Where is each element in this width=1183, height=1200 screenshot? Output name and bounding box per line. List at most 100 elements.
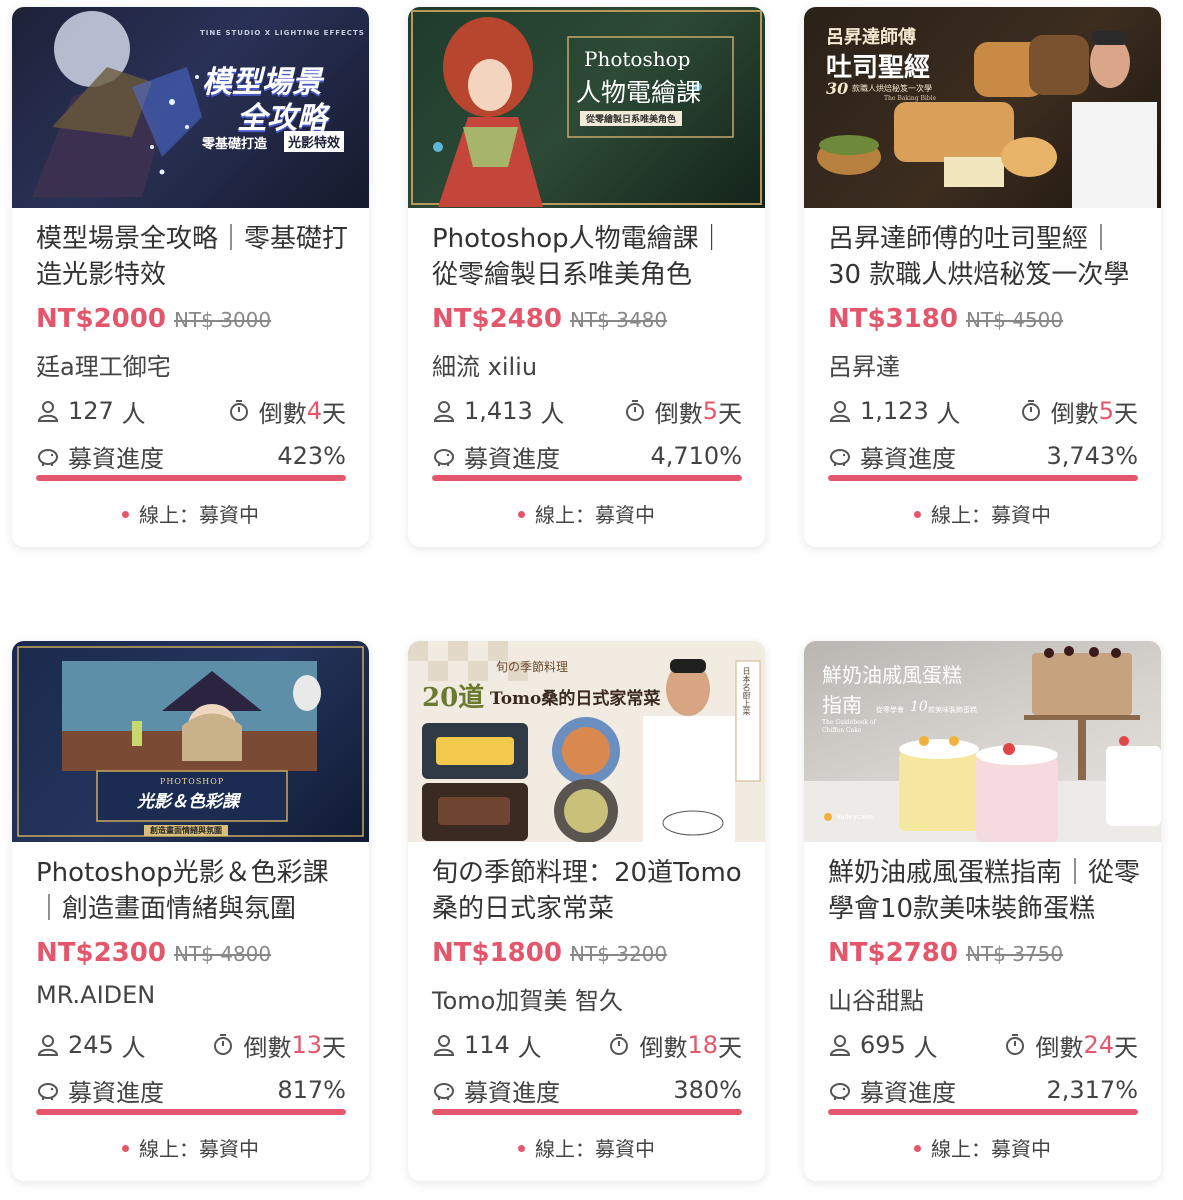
progress-bar	[432, 1109, 742, 1115]
course-cover-image[interactable]: PHOTOSHOP 光影＆色彩課 創造畫面情緒與氛圍	[12, 641, 369, 842]
cover-sub2: 從零學會	[876, 706, 904, 714]
course-card[interactable]: PHOTOSHOP 光影＆色彩課 創造畫面情緒與氛圍 Photoshop光影＆色…	[12, 641, 369, 1181]
course-card[interactable]: 鮮奶油戚風蛋糕 指南 The Guidebook of Chiffon Cake…	[804, 641, 1161, 1181]
stats-row: 127 人 倒數 4 天	[36, 394, 346, 429]
progress-fill	[36, 1109, 346, 1115]
course-title[interactable]: 鮮奶油戚風蛋糕指南｜從零學會10款美味裝飾蛋糕	[828, 855, 1146, 929]
progress-row: 募資進度 423%	[36, 440, 346, 473]
course-cover-image[interactable]: 鮮奶油戚風蛋糕 指南 The Guidebook of Chiffon Cake…	[804, 641, 1161, 842]
original-price: NT$ 3200	[569, 942, 668, 966]
status-indicator: 線上：募資中	[804, 499, 1161, 528]
course-title[interactable]: 模型場景全攻略｜零基礎打造光影特效	[36, 221, 354, 295]
sale-price: NT$2780	[828, 938, 958, 968]
status-indicator: 線上：募資中	[408, 1133, 765, 1162]
course-title[interactable]: 旬の季節料理：20道Tomo桑的日式家常菜	[432, 855, 750, 929]
author-name[interactable]: 細流 xiliu	[432, 347, 537, 382]
progress-percent: 2,317%	[1046, 1076, 1138, 1104]
backers-stat: 114 人	[432, 1028, 541, 1063]
person-icon	[433, 1035, 455, 1056]
cover-illustration	[408, 641, 765, 842]
cover-sub3: 10	[910, 699, 928, 715]
cover-sub2: 光影特效	[284, 131, 345, 152]
original-price: NT$ 4500	[965, 308, 1064, 332]
progress-fill	[828, 1109, 1138, 1115]
cover-sub3: The Baking Bible	[884, 95, 937, 102]
sale-price: NT$3180	[828, 304, 958, 334]
course-cover-image[interactable]: TINE STUDIO X LIGHTING EFFECTS 模型場景 全攻略 …	[12, 7, 369, 208]
cover-title-line3: Tomo桑的日式家常菜	[490, 689, 661, 709]
cover-sub2: 款職人烘焙秘笈一次學	[852, 84, 932, 93]
price-row: NT$1800 NT$ 3200	[432, 938, 667, 972]
countdown-suffix: 天	[322, 399, 346, 428]
backers-unit: 人	[936, 399, 961, 428]
author-name[interactable]: 廷a理工御宅	[36, 347, 171, 382]
backers-count: 114	[464, 1031, 510, 1059]
backers-unit: 人	[913, 1033, 938, 1062]
stats-row: 245 人 倒數 13 天	[36, 1029, 346, 1062]
progress-fill	[828, 475, 1138, 481]
progress-fill	[36, 475, 346, 481]
countdown-days: 4	[306, 397, 322, 425]
author-name[interactable]: Tomo加賀美 智久	[432, 981, 623, 1016]
countdown-suffix: 天	[718, 399, 742, 428]
status-text: 線上：募資中	[931, 1137, 1051, 1161]
course-title[interactable]: Photoshop人物電繪課｜從零繪製日系唯美角色	[432, 221, 750, 295]
progress-percent: 817%	[277, 1076, 346, 1104]
cover-sub1: 30	[826, 79, 849, 98]
author-name[interactable]: 呂昇達	[828, 347, 900, 382]
backers-count: 127	[68, 397, 114, 425]
progress-row: 募資進度 3,743%	[828, 440, 1138, 473]
backers-stat: 127 人	[36, 394, 145, 429]
course-card[interactable]: 呂昇達師傅 吐司聖經 30 款職人烘焙秘笈一次學 The Baking Bibl…	[804, 7, 1161, 547]
backers-count: 1,123	[860, 397, 929, 425]
progress-bar	[36, 475, 346, 481]
cover-caption: TINE STUDIO X LIGHTING EFFECTS	[200, 29, 365, 37]
cover-sub1: 零基礎打造	[202, 137, 268, 152]
price-row: NT$2780 NT$ 3750	[828, 938, 1063, 972]
sale-price: NT$2300	[36, 938, 166, 968]
person-icon	[37, 401, 59, 422]
backers-count: 245	[68, 1031, 114, 1059]
countdown-prefix: 倒數	[639, 1033, 688, 1062]
countdown-days: 13	[291, 1031, 322, 1059]
progress-label: 募資進度	[464, 444, 560, 473]
cover-title-line1: 鮮奶油戚風蛋糕	[822, 663, 962, 687]
timer-icon	[610, 1034, 629, 1055]
original-price: NT$ 3480	[569, 308, 668, 332]
course-card[interactable]: 旬の季節料理 20道 Tomo桑的日式家常菜 日本名廚上菜 旬の季節料理：20道…	[408, 641, 765, 1181]
course-title[interactable]: 呂昇達師傅的吐司聖經｜30 款職人烘焙秘笈一次學	[828, 221, 1146, 295]
course-cover-image[interactable]: Photoshop 人物電繪課 從零繪製日系唯美角色	[408, 7, 765, 208]
course-card[interactable]: Photoshop 人物電繪課 從零繪製日系唯美角色 Photoshop人物電繪…	[408, 7, 765, 547]
course-cover-image[interactable]: 旬の季節料理 20道 Tomo桑的日式家常菜 日本名廚上菜	[408, 641, 765, 842]
course-card[interactable]: TINE STUDIO X LIGHTING EFFECTS 模型場景 全攻略 …	[12, 7, 369, 547]
progress-label: 募資進度	[860, 1078, 956, 1107]
progress-row: 募資進度 4,710%	[432, 440, 742, 473]
status-indicator: 線上：募資中	[12, 499, 369, 528]
status-text: 線上：募資中	[139, 503, 259, 527]
backers-unit: 人	[517, 1033, 542, 1062]
progress-percent: 380%	[673, 1076, 742, 1104]
original-price: NT$ 3000	[173, 308, 272, 332]
price-row: NT$3180 NT$ 4500	[828, 304, 1063, 338]
course-cover-image[interactable]: 呂昇達師傅 吐司聖經 30 款職人烘焙秘笈一次學 The Baking Bibl…	[804, 7, 1161, 208]
cover-title-line1: PHOTOSHOP	[160, 777, 225, 786]
progress-fill	[432, 475, 742, 481]
piggy-bank-icon	[830, 449, 850, 466]
countdown-suffix: 天	[1114, 399, 1138, 428]
status-indicator: 線上：募資中	[804, 1133, 1161, 1162]
piggy-bank-icon	[830, 1083, 850, 1100]
backers-count: 695	[860, 1031, 906, 1059]
progress-label-group: 募資進度	[432, 1073, 560, 1108]
progress-row: 募資進度 2,317%	[828, 1074, 1138, 1107]
countdown-prefix: 倒數	[1050, 399, 1099, 428]
price-row: NT$2000 NT$ 3000	[36, 304, 271, 338]
backers-stat: 1,413 人	[432, 394, 564, 429]
author-name[interactable]: 山谷甜點	[828, 981, 924, 1016]
countdown-prefix: 倒數	[243, 1033, 292, 1062]
status-dot	[122, 511, 129, 518]
cover-brand: Valleycake	[836, 813, 874, 821]
countdown-stat: 倒數 24 天	[1003, 1028, 1138, 1063]
course-title[interactable]: Photoshop光影＆色彩課｜創造畫面情緒與氛圍	[36, 855, 354, 929]
progress-bar	[828, 1109, 1138, 1115]
author-name[interactable]: MR.AIDEN	[36, 981, 155, 1009]
